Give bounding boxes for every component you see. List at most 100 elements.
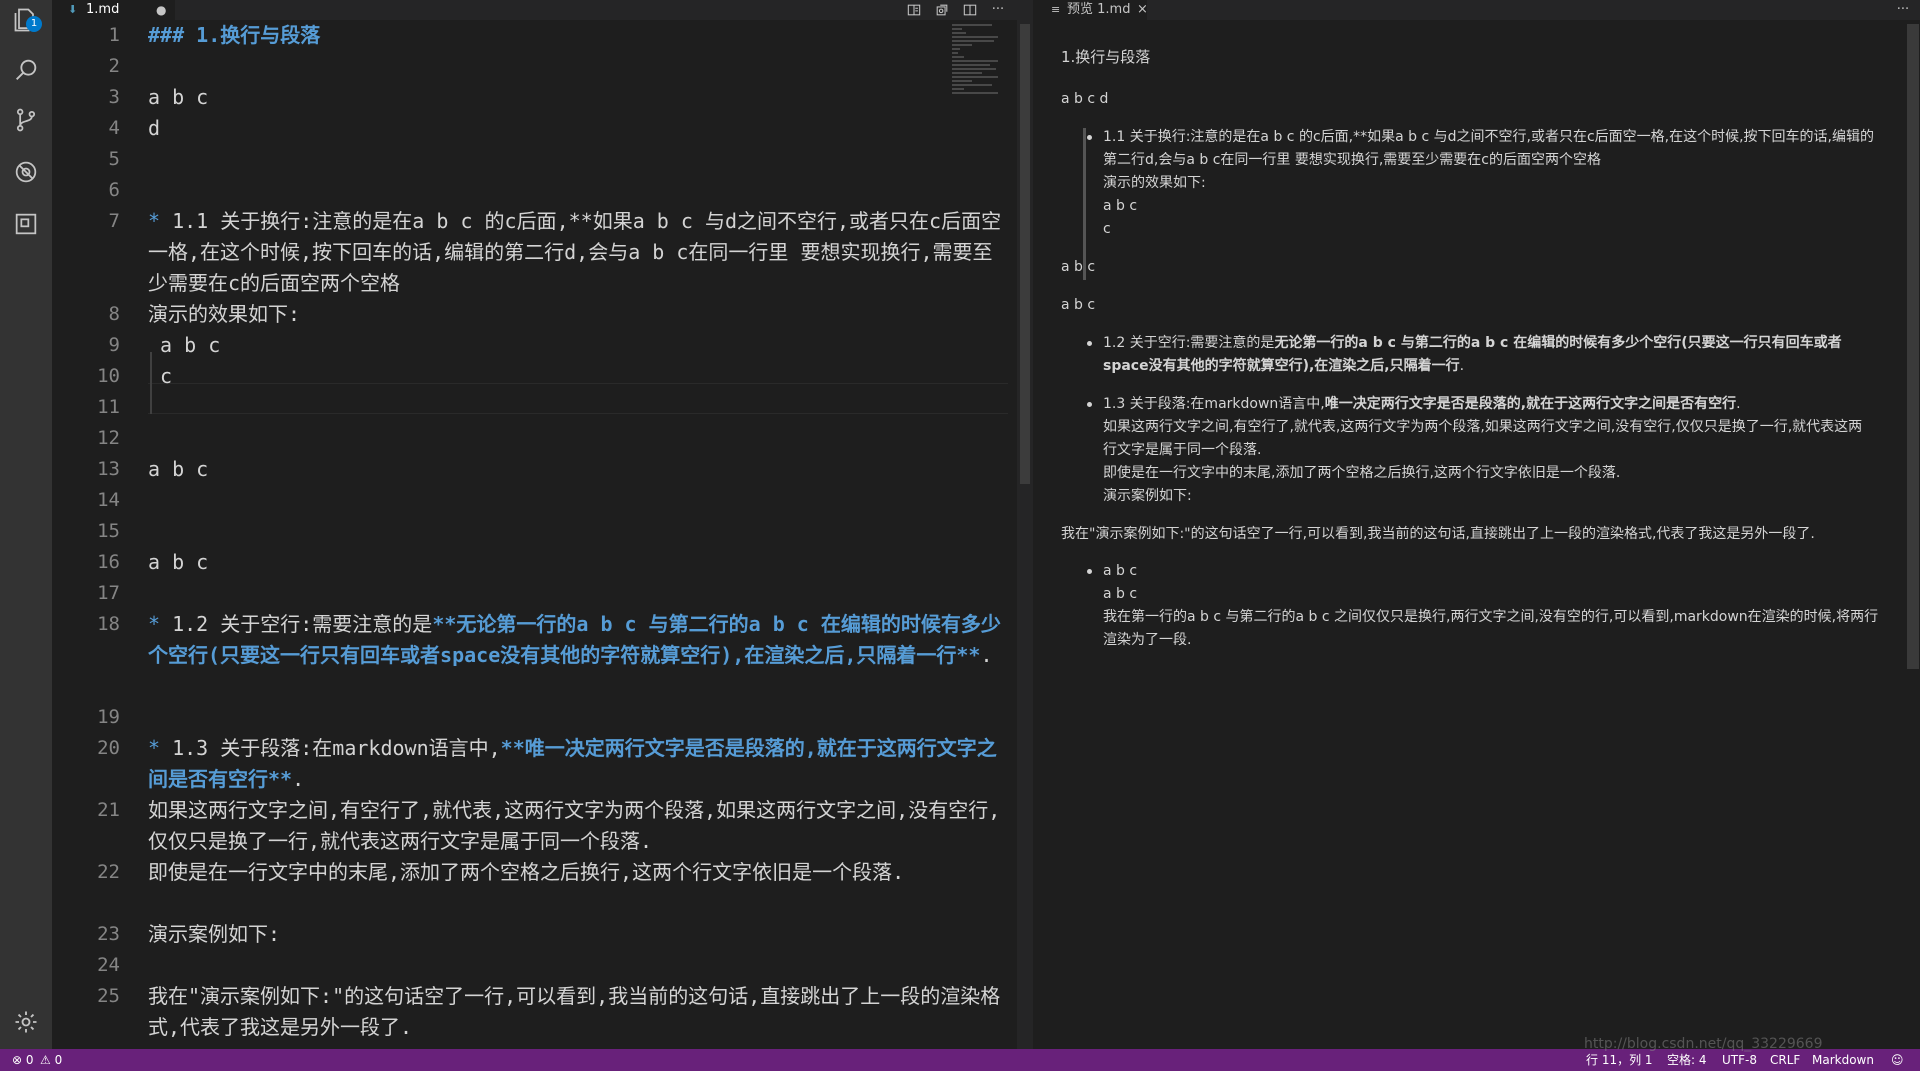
code-text[interactable]: ### 1.换行与段落 [148,20,1008,51]
preview-text: a b c [1103,586,1138,602]
code-text[interactable]: d [148,113,1008,144]
preview-bold-text: space没有其他的字符就算空行),在渲染之后,只隔着一行 [1103,358,1460,374]
preview-more-actions-icon[interactable]: ··· [1893,0,1913,20]
code-token: 如果这两行文字之间,有空行了,就代表,这两行文字为两个段落,如果这两行文字之间,… [148,798,1001,853]
line-number: 4 [108,117,120,139]
preview-text: 演示案例如下: [1103,488,1192,504]
preview-text: 1.2 关于空行:需要注意的是 [1103,335,1275,351]
code-token: * [148,612,173,636]
code-token: 即使是在一行文字中的末尾,添加了两个空格之后换行,这两个行文字依旧是一个段落. [148,860,905,884]
warnings-indicator[interactable]: ⚠ 0 [40,1049,62,1071]
code-token: ### 1.换行与段落 [148,23,321,47]
preview-tab-bar: ≡ 预览 1.md × ··· [1033,0,1920,20]
preview-tab-label: 预览 1.md [1067,2,1131,17]
code-text[interactable]: 演示的效果如下: [148,299,1008,330]
line-number: 17 [97,582,120,604]
indentation[interactable]: 空格: 4 [1667,1049,1707,1071]
preview-text: 1.3 关于段落:在markdown语言中, [1103,396,1325,412]
bullet [1087,341,1092,346]
tab-1-md[interactable]: ⬇ 1.md ● [52,0,175,20]
code-token: a b c [148,85,209,109]
preview-text: 渲染为了一段. [1103,632,1192,648]
line-number: 15 [97,520,120,542]
more-actions-icon[interactable]: ··· [988,0,1008,20]
search-icon[interactable] [12,56,40,84]
bullet [1087,135,1092,140]
tab-label: 1.md [86,2,120,17]
line-number: 10 [97,365,120,387]
line-number: 1 [108,24,120,46]
line-number: 8 [108,303,120,325]
code-text[interactable]: 演示案例如下: [148,919,1008,950]
close-icon[interactable]: × [1137,0,1148,20]
markdown-file-icon: ⬇ [68,3,78,16]
line-number: 13 [97,458,120,480]
cursor-position[interactable]: 行 11，列 1 [1586,1049,1653,1071]
open-preview-side-icon[interactable] [904,0,924,20]
preview-text: . [1459,358,1465,374]
line-number: 18 [97,613,120,635]
preview-text: c [1103,221,1111,237]
open-changes-icon[interactable] [932,0,952,20]
line-number: 3 [108,86,120,108]
source-control-icon[interactable] [12,106,40,134]
feedback-smiley-icon[interactable]: ☺ [1891,1049,1904,1071]
markdown-preview: ≡ 预览 1.md × ··· 1.换行与段落 a b c d 1.1 关于换行… [1033,0,1920,1049]
preview-text: 即使是在一行文字中的末尾,添加了两个空格之后换行,这两个行文字依旧是一个段落. [1103,465,1621,481]
code-token: a b c [148,333,221,357]
errors-indicator[interactable]: ⊗ 0 [12,1049,34,1071]
code-text[interactable]: a b c [148,454,1008,485]
preview-list-item-1-2: 1.2 关于空行:需要注意的是无论第一行的a b c 与第二行的a b c 在编… [1087,332,1903,378]
settings-gear-icon[interactable] [12,1008,40,1036]
code-text[interactable]: a b c [148,82,1008,113]
line-number: 22 [97,861,120,883]
preview-text: 如果这两行文字之间,有空行了,就代表,这两行文字为两个段落,如果这两行文字之间,… [1103,419,1863,435]
preview-text: 1.1 关于换行:注意的是在a b c 的c后面,**如果a b c 与d之间不… [1103,129,1874,145]
watermark: http://blog.csdn.net/qq_33229669 [1584,1036,1823,1052]
code-text[interactable]: a b c [148,547,1008,578]
line-number: 11 [97,396,120,418]
line-number: 6 [108,179,120,201]
line-number: 20 [97,737,120,759]
encoding[interactable]: UTF-8 [1722,1049,1757,1071]
line-ending[interactable]: CRLF [1770,1049,1800,1071]
extensions-icon[interactable] [12,210,40,238]
editor-split-sash[interactable] [1017,0,1033,1049]
language-mode[interactable]: Markdown [1812,1049,1874,1071]
code-text[interactable]: * 1.2 关于空行:需要注意的是**无论第一行的a b c 与第二行的a b … [148,609,1008,671]
code-text[interactable]: 即使是在一行文字中的末尾,添加了两个空格之后换行,这两个行文字依旧是一个段落. [148,857,1008,888]
code-token: 1.3 关于段落:在markdown语言中, [172,736,501,760]
code-token: * [148,209,173,233]
preview-paragraph: a b c [1061,259,1096,275]
code-text[interactable]: * 1.1 关于换行:注意的是在a b c 的c后面,**如果a b c 与d之… [148,206,1008,299]
debug-icon[interactable] [12,158,40,186]
preview-list-item-demo: a b c a b c 我在第一行的a b c 与第二行的a b c 之间仅仅只… [1087,560,1903,652]
preview-bold-text: 唯一决定两行文字是否是段落的,就在于这两行文字之间是否有空行 [1324,396,1737,412]
code-token: . [292,767,305,791]
code-text[interactable]: 如果这两行文字之间,有空行了,就代表,这两行文字为两个段落,如果这两行文字之间,… [148,795,1008,857]
code-token: . [980,643,993,667]
preview-text: 行文字是属于同一个段落. [1103,442,1262,458]
code-token: a b c [148,457,209,481]
unsaved-indicator[interactable]: ● [156,0,166,20]
code-text[interactable]: 我在"演示案例如下:"的这句话空了一行,可以看到,我当前的这句话,直接跳出了上一… [148,981,1008,1043]
code-text[interactable]: * 1.3 关于段落:在markdown语言中,**唯一决定两行文字是否是段落的… [148,733,1008,795]
preview-text: 演示的效果如下: [1103,175,1206,191]
editor-tab-bar: ⬇ 1.md ● ··· [52,0,1017,20]
line-number: 2 [108,55,120,77]
code-text[interactable]: a b c [148,330,1008,361]
code-token: a b c [148,550,209,574]
line-number: 16 [97,551,120,573]
code-text[interactable]: c [148,361,1008,392]
minimap[interactable] [952,24,1002,104]
line-number: 5 [108,148,120,170]
line-number: 14 [97,489,120,511]
preview-scrollbar[interactable] [1907,24,1919,669]
split-editor-icon[interactable] [960,0,980,20]
split-scroll-thumb[interactable] [1020,24,1030,484]
line-number: 7 [108,210,120,232]
tab-preview-1-md[interactable]: ≡ 预览 1.md × [1033,0,1148,20]
preview-icon: ≡ [1051,3,1061,16]
preview-text: . [1736,396,1741,412]
code-token: 1.1 关于换行:注意的是在a b c 的c后面,**如果a b c 与d之间不… [148,209,1002,295]
